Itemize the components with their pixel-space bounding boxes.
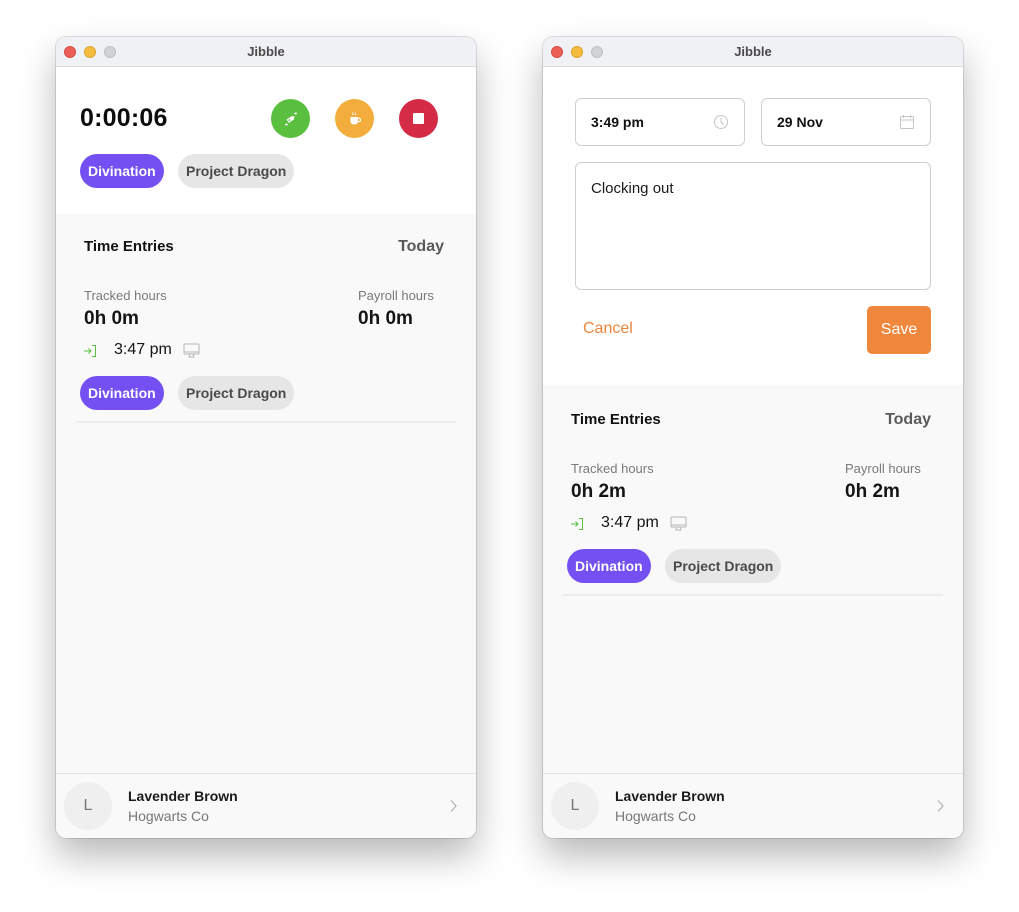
window-title: Jibble: [247, 44, 285, 59]
clock-out-form: 3:49 pm 29 Nov Clocking out Cancel Save: [543, 67, 963, 385]
user-name: Lavender Brown: [615, 788, 725, 804]
take-break-button[interactable]: [335, 99, 374, 138]
coffee-cup-icon: [350, 111, 361, 124]
entry-divider: [76, 421, 456, 423]
elapsed-timer: 0:00:06: [80, 104, 168, 132]
chevron-right-icon: [937, 800, 944, 812]
time-input[interactable]: 3:49 pm: [575, 98, 745, 146]
current-project-chip[interactable]: Project Dragon: [178, 154, 295, 188]
user-organization: Hogwarts Co: [615, 808, 696, 824]
payroll-hours-label: Payroll hours: [358, 288, 434, 303]
entry-time: 3:47 pm: [114, 341, 172, 358]
jibble-window-clock-out: Jibble 3:49 pm 29 Nov Clocking out Cance…: [543, 37, 963, 838]
user-profile-footer[interactable]: L Lavender Brown Hogwarts Co: [56, 773, 476, 838]
date-value: 29 Nov: [777, 114, 823, 130]
period-selector[interactable]: Today: [885, 411, 931, 429]
chevron-right-icon: [450, 800, 457, 812]
title-bar[interactable]: Jibble: [543, 37, 963, 67]
clock-in-icon: [84, 345, 96, 357]
tag-swap-icon: [284, 111, 297, 126]
entry-divider: [563, 594, 943, 596]
date-input[interactable]: 29 Nov: [761, 98, 931, 146]
time-value: 3:49 pm: [591, 114, 644, 130]
payroll-hours-value: 0h 0m: [358, 308, 413, 329]
calendar-icon: [900, 115, 914, 129]
note-textarea[interactable]: Clocking out: [575, 162, 931, 290]
desktop-icon: [670, 516, 687, 531]
payroll-hours-value: 0h 2m: [845, 481, 900, 502]
user-name: Lavender Brown: [128, 788, 238, 804]
entry-project-chip[interactable]: Project Dragon: [178, 376, 295, 410]
entry-activity-chip[interactable]: Divination: [567, 549, 651, 583]
tracked-hours-value: 0h 0m: [84, 308, 139, 329]
entry-time: 3:47 pm: [601, 514, 659, 531]
avatar: L: [64, 782, 112, 830]
payroll-hours-label: Payroll hours: [845, 461, 921, 476]
desktop-icon: [183, 343, 200, 358]
switch-activity-button[interactable]: [271, 99, 310, 138]
period-selector[interactable]: Today: [398, 238, 444, 256]
user-profile-footer[interactable]: L Lavender Brown Hogwarts Co: [543, 773, 963, 838]
clock-out-button[interactable]: [399, 99, 438, 138]
stop-icon: [413, 113, 424, 124]
entry-project-chip[interactable]: Project Dragon: [665, 549, 782, 583]
entry-activity-chip[interactable]: Divination: [80, 376, 164, 410]
current-activity-chip[interactable]: Divination: [80, 154, 164, 188]
cancel-button[interactable]: Cancel: [583, 320, 633, 338]
clock-in-icon: [571, 518, 583, 530]
timer-panel: 0:00:06 Divination Project Dragon: [56, 67, 476, 214]
save-button[interactable]: Save: [867, 306, 931, 354]
user-organization: Hogwarts Co: [128, 808, 209, 824]
title-bar[interactable]: Jibble: [56, 37, 476, 67]
window-title: Jibble: [734, 44, 772, 59]
tracked-hours-label: Tracked hours: [84, 288, 167, 303]
avatar: L: [551, 782, 599, 830]
tracked-hours-label: Tracked hours: [571, 461, 654, 476]
jibble-window-timer: Jibble 0:00:06 Divination Project Dragon…: [56, 37, 476, 838]
clock-icon: [714, 115, 728, 129]
tracked-hours-value: 0h 2m: [571, 481, 626, 502]
time-entries-heading: Time Entries: [571, 411, 661, 428]
time-entries-heading: Time Entries: [84, 238, 174, 255]
